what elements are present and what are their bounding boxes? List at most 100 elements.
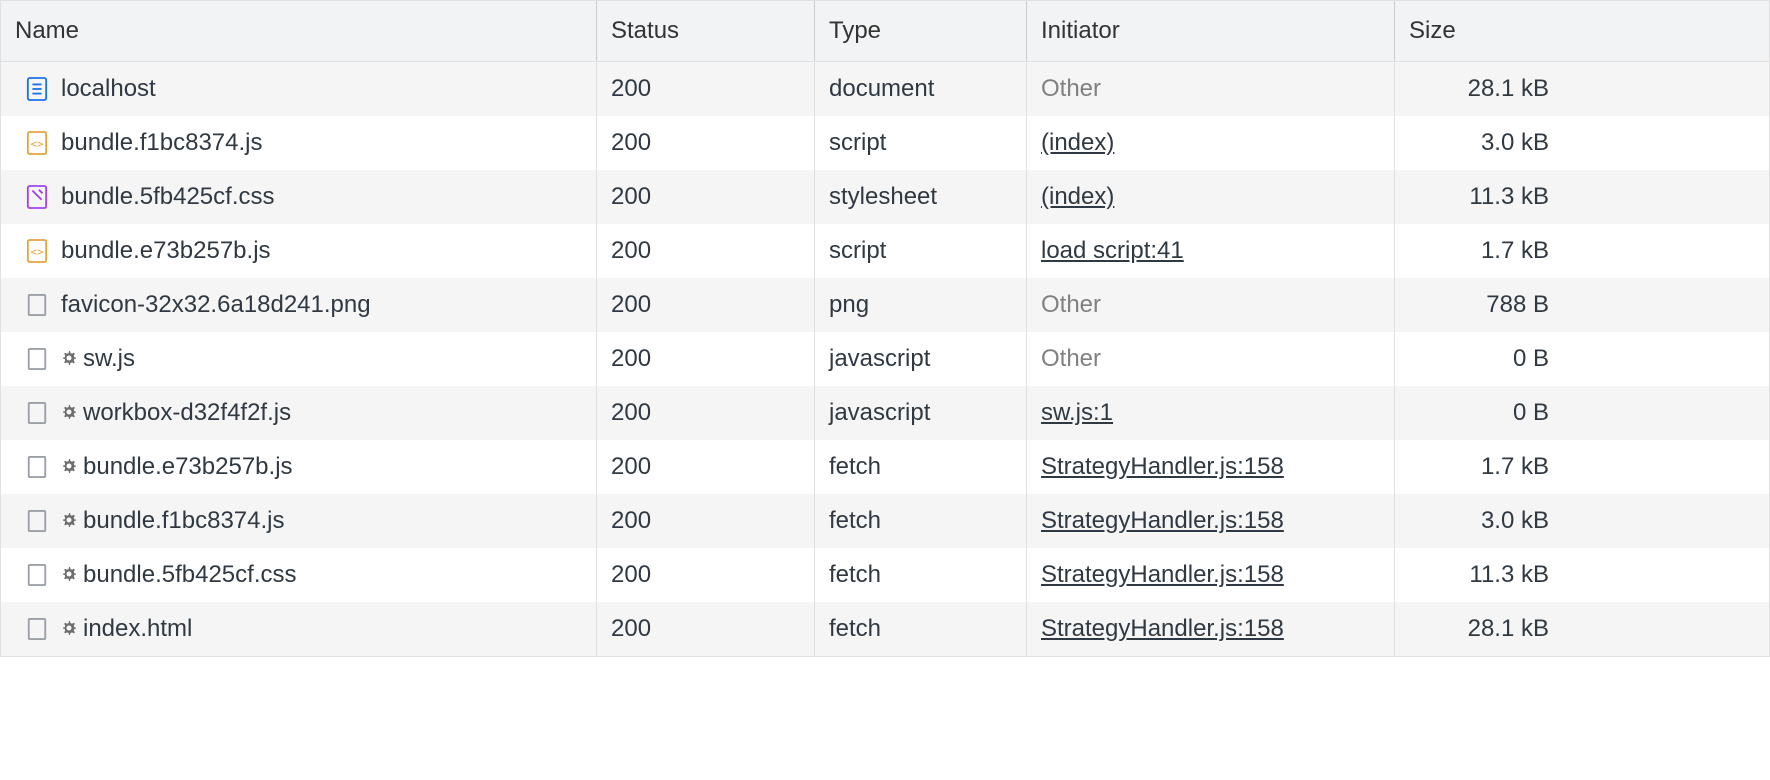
table-row[interactable]: index.html 200fetch StrategyHandler.js:158…	[1, 602, 1769, 656]
cell-initiator[interactable]: StrategyHandler.js:158	[1027, 602, 1395, 656]
initiator-link[interactable]: StrategyHandler.js:158	[1041, 561, 1284, 589]
cell-name[interactable]: bundle.e73b257b.js	[1, 224, 597, 278]
request-name: bundle.f1bc8374.js	[61, 507, 285, 535]
cell-type: document	[815, 62, 1027, 116]
request-name-text: sw.js	[83, 345, 135, 372]
cell-size: 11.3 kB	[1395, 548, 1563, 602]
initiator-link[interactable]: sw.js:1	[1041, 399, 1113, 427]
network-request-table: Name Status Type Initiator Size localhos…	[0, 0, 1770, 657]
cell-size: 0 B	[1395, 332, 1563, 386]
table-row[interactable]: bundle.f1bc8374.js200script(index)3.0 kB	[1, 116, 1769, 170]
initiator-text: Other	[1041, 75, 1101, 103]
cell-name[interactable]: sw.js	[1, 332, 597, 386]
cell-status: 200	[597, 602, 815, 656]
cell-name[interactable]: index.html	[1, 602, 597, 656]
cell-type: script	[815, 224, 1027, 278]
request-name-text: bundle.e73b257b.js	[83, 453, 293, 480]
cell-initiator[interactable]: (index)	[1027, 116, 1395, 170]
cell-size: 788 B	[1395, 278, 1563, 332]
initiator-link[interactable]: StrategyHandler.js:158	[1041, 615, 1284, 643]
initiator-link[interactable]: StrategyHandler.js:158	[1041, 507, 1284, 535]
cell-type: script	[815, 116, 1027, 170]
request-name: favicon-32x32.6a18d241.png	[61, 291, 371, 319]
column-header-type[interactable]: Type	[815, 1, 1027, 61]
cell-size: 28.1 kB	[1395, 62, 1563, 116]
script-icon	[25, 237, 49, 265]
cell-name[interactable]: bundle.5fb425cf.css	[1, 548, 597, 602]
cell-name[interactable]: localhost	[1, 62, 597, 116]
table-row[interactable]: favicon-32x32.6a18d241.png 200png Other 788…	[1, 278, 1769, 332]
cell-status: 200	[597, 116, 815, 170]
cell-name[interactable]: bundle.5fb425cf.css	[1, 170, 597, 224]
gear-icon	[61, 512, 77, 528]
table-row[interactable]: bundle.f1bc8374.js200fetchStrategyHandle…	[1, 494, 1769, 548]
cell-initiator[interactable]: StrategyHandler.js:158	[1027, 440, 1395, 494]
cell-status: 200	[597, 278, 815, 332]
cell-name[interactable]: bundle.f1bc8374.js	[1, 116, 597, 170]
request-name: localhost	[61, 75, 156, 103]
cell-type: png	[815, 278, 1027, 332]
file-icon	[25, 561, 49, 589]
cell-type: javascript	[815, 332, 1027, 386]
cell-status: 200	[597, 170, 815, 224]
cell-size: 11.3 kB	[1395, 170, 1563, 224]
cell-initiator: Other	[1027, 278, 1395, 332]
cell-size: 28.1 kB	[1395, 602, 1563, 656]
column-header-size[interactable]: Size	[1395, 1, 1563, 61]
table-row[interactable]: bundle.e73b257b.js 200fetch StrategyHandle…	[1, 440, 1769, 494]
cell-status: 200	[597, 548, 815, 602]
table-row[interactable]: localhost 200document Other 28.1 kB	[1, 62, 1769, 116]
cell-status: 200	[597, 62, 815, 116]
cell-status: 200	[597, 386, 815, 440]
gear-icon	[61, 566, 77, 582]
request-name: index.html	[61, 615, 192, 643]
cell-name[interactable]: bundle.f1bc8374.js	[1, 494, 597, 548]
table-row[interactable]: workbox-d32f4f2f.js200javascriptsw.js:10…	[1, 386, 1769, 440]
request-name-text: bundle.5fb425cf.css	[61, 183, 274, 210]
gear-icon	[61, 350, 77, 366]
initiator-text: Other	[1041, 291, 1101, 319]
cell-type: fetch	[815, 440, 1027, 494]
table-row[interactable]: bundle.e73b257b.js200scriptload script:4…	[1, 224, 1769, 278]
cell-size: 1.7 kB	[1395, 440, 1563, 494]
cell-name[interactable]: bundle.e73b257b.js	[1, 440, 597, 494]
initiator-text: Other	[1041, 345, 1101, 373]
request-name-text: bundle.e73b257b.js	[61, 237, 271, 264]
file-icon	[25, 453, 49, 481]
table-row[interactable]: bundle.5fb425cf.css200fetchStrategyHandl…	[1, 548, 1769, 602]
request-name-text: bundle.f1bc8374.js	[83, 507, 285, 534]
request-name: bundle.f1bc8374.js	[61, 129, 263, 157]
column-header-status[interactable]: Status	[597, 1, 815, 61]
cell-name[interactable]: workbox-d32f4f2f.js	[1, 386, 597, 440]
initiator-link[interactable]: (index)	[1041, 129, 1114, 157]
cell-type: javascript	[815, 386, 1027, 440]
cell-initiator[interactable]: sw.js:1	[1027, 386, 1395, 440]
script-icon	[25, 129, 49, 157]
gear-icon	[61, 620, 77, 636]
cell-initiator[interactable]: StrategyHandler.js:158	[1027, 548, 1395, 602]
request-name-text: bundle.5fb425cf.css	[83, 561, 296, 588]
cell-initiator[interactable]: (index)	[1027, 170, 1395, 224]
table-row[interactable]: sw.js 200javascript Other 0 B	[1, 332, 1769, 386]
column-header-initiator[interactable]: Initiator	[1027, 1, 1395, 61]
stylesheet-icon	[25, 183, 49, 211]
gear-icon	[61, 458, 77, 474]
request-name-text: workbox-d32f4f2f.js	[83, 399, 291, 426]
initiator-link[interactable]: (index)	[1041, 183, 1114, 211]
request-name-text: index.html	[83, 615, 192, 642]
request-name: bundle.e73b257b.js	[61, 237, 271, 265]
cell-status: 200	[597, 440, 815, 494]
request-name: bundle.5fb425cf.css	[61, 183, 274, 211]
file-icon	[25, 615, 49, 643]
request-name-text: favicon-32x32.6a18d241.png	[61, 291, 371, 318]
cell-initiator[interactable]: StrategyHandler.js:158	[1027, 494, 1395, 548]
cell-name[interactable]: favicon-32x32.6a18d241.png	[1, 278, 597, 332]
cell-status: 200	[597, 332, 815, 386]
initiator-link[interactable]: StrategyHandler.js:158	[1041, 453, 1284, 481]
initiator-link[interactable]: load script:41	[1041, 237, 1184, 265]
cell-initiator[interactable]: load script:41	[1027, 224, 1395, 278]
table-row[interactable]: bundle.5fb425cf.css200stylesheet(index)1…	[1, 170, 1769, 224]
column-header-name[interactable]: Name	[1, 1, 597, 61]
cell-status: 200	[597, 494, 815, 548]
cell-type: fetch	[815, 602, 1027, 656]
